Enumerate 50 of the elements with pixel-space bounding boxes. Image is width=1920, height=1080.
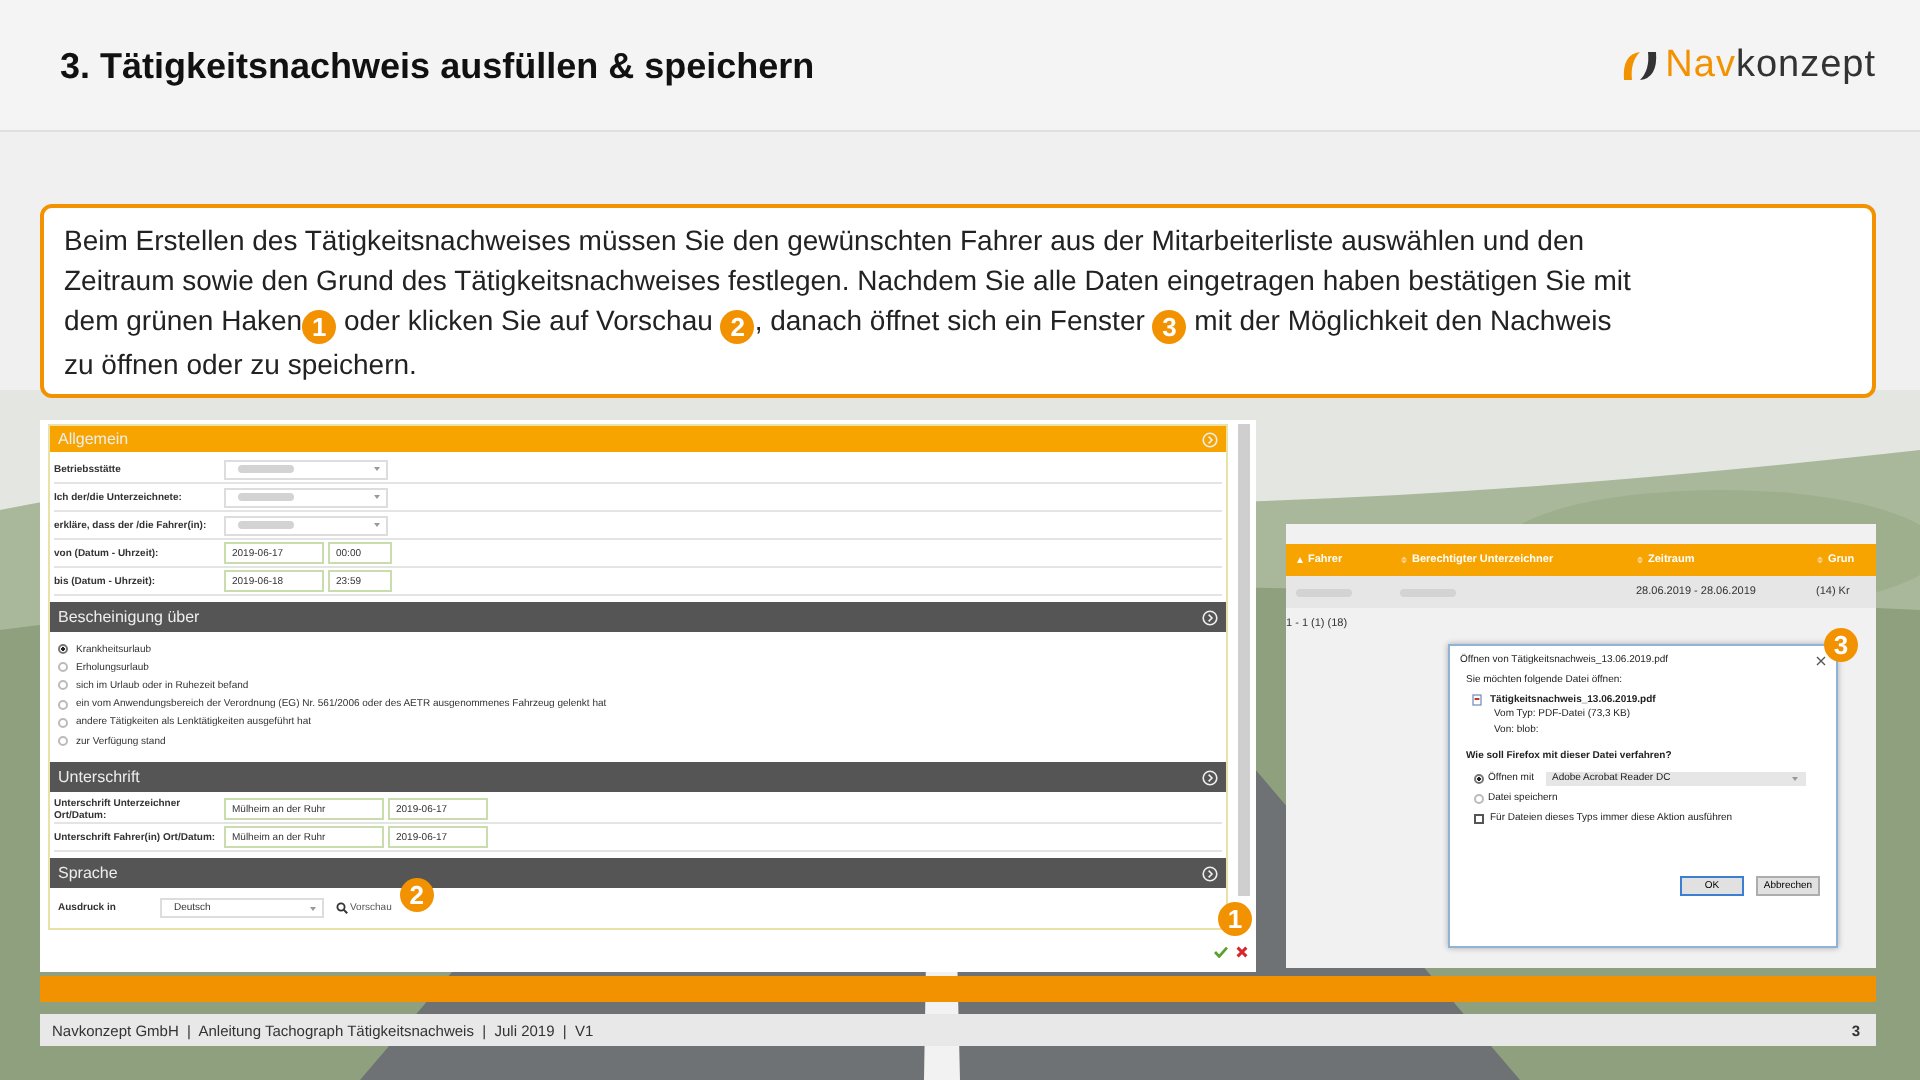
caret-icon bbox=[372, 520, 382, 530]
chevron-circle-icon bbox=[1202, 769, 1218, 786]
blurred-value bbox=[238, 464, 294, 474]
close-icon bbox=[1236, 946, 1248, 959]
chevron-circle-icon bbox=[1202, 865, 1218, 882]
radio-button[interactable] bbox=[58, 680, 68, 691]
close-icon bbox=[1816, 655, 1826, 665]
section-title: Allgemein bbox=[58, 430, 129, 448]
radio-button[interactable] bbox=[58, 644, 68, 655]
intro-text: mit der Möglichkeit den Nachweis bbox=[1192, 304, 1612, 336]
chevron-circle-icon bbox=[1202, 431, 1218, 447]
number-badge: 3 bbox=[1824, 628, 1858, 662]
section-title: Sprache bbox=[58, 864, 118, 883]
radio-button[interactable] bbox=[1474, 793, 1484, 803]
intro-text: zu öffnen oder zu speichern. bbox=[64, 348, 417, 380]
section-title: Bescheinigung über bbox=[58, 608, 200, 626]
caret-icon bbox=[372, 464, 382, 474]
select-field[interactable] bbox=[224, 487, 388, 507]
select-field[interactable] bbox=[224, 459, 388, 479]
section-header[interactable]: Unterschrift bbox=[50, 762, 1226, 793]
caret-icon bbox=[308, 903, 318, 914]
intro-text: Beim Erstellen des Tätigkeitsnachweises müssen Sie den gewünschten Fahrer aus der Mitarbeiterliste auswählen und den bbox=[64, 224, 1585, 256]
blurred-value bbox=[238, 492, 294, 502]
number-badge: 3 bbox=[1152, 310, 1187, 344]
intro-text: , danach öffnet sich ein Fenster bbox=[754, 304, 1147, 336]
number-badge: 1 bbox=[1218, 902, 1252, 937]
search-icon bbox=[336, 902, 348, 915]
chevron-circle-icon bbox=[1202, 609, 1218, 625]
radio-button[interactable] bbox=[58, 717, 68, 728]
radio-button[interactable] bbox=[1474, 773, 1484, 783]
checkbox[interactable] bbox=[1474, 813, 1484, 823]
scrollbar[interactable] bbox=[1238, 424, 1250, 896]
number-badge: 2 bbox=[720, 310, 755, 344]
radio-button[interactable] bbox=[58, 662, 68, 673]
intro-text: oder klicken Sie auf Vorschau bbox=[341, 304, 715, 336]
radio-button[interactable] bbox=[58, 736, 68, 747]
logo-text: Navkonzept bbox=[1665, 44, 1876, 88]
section-title: Unterschrift bbox=[58, 768, 140, 787]
caret-icon bbox=[372, 492, 382, 502]
radio-button[interactable] bbox=[58, 699, 68, 710]
number-badge: 1 bbox=[302, 310, 337, 344]
caret-icon bbox=[1789, 773, 1800, 783]
file-icon bbox=[1472, 693, 1482, 705]
blurred-value bbox=[238, 520, 294, 530]
slide-title: 3. Tätigkeitsnachweis ausfüllen & speichern bbox=[60, 46, 815, 88]
intro-text: dem grünen Haken bbox=[64, 304, 303, 336]
section-header[interactable]: Bescheinigung über bbox=[50, 602, 1226, 632]
intro-text: Zeitraum sowie den Grund des Tätigkeitsnachweises festlegen. Nachdem Sie alle Daten eingetragen haben bestätigen Sie mit bbox=[64, 264, 1631, 296]
check-icon bbox=[1214, 946, 1228, 959]
select-field[interactable] bbox=[224, 515, 388, 535]
